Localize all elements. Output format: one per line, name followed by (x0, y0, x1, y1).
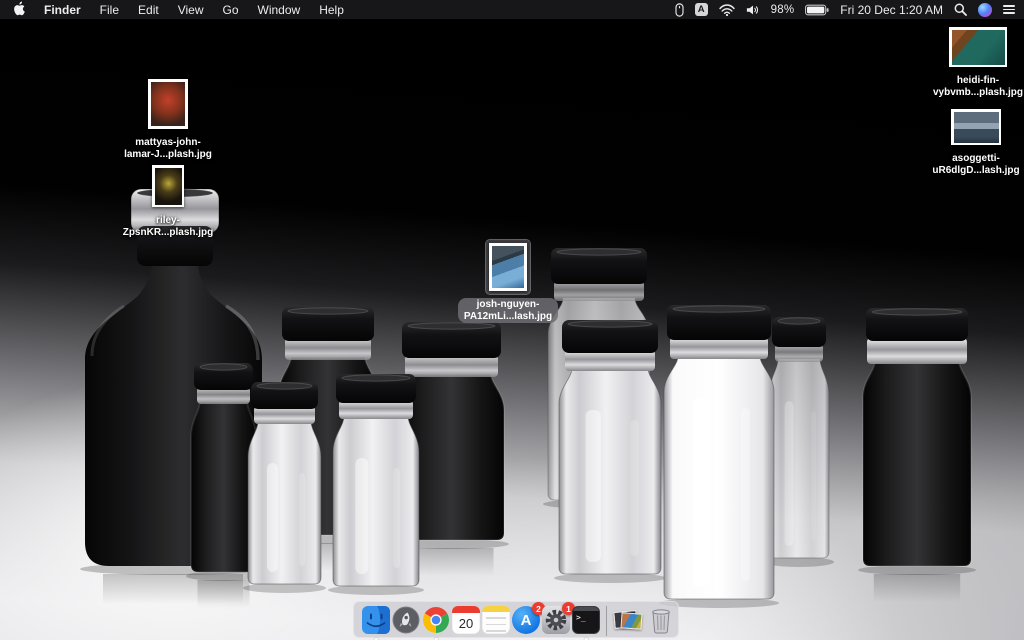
menu-view[interactable]: View (178, 3, 204, 17)
calendar-day: 20 (452, 613, 480, 634)
menu-bar-status: A 98% (675, 3, 1024, 17)
desktop-file-riley[interactable]: riley-ZpsnKR...plash.jpg (116, 162, 220, 239)
menu-help[interactable]: Help (319, 3, 344, 17)
mouse-battery-icon[interactable] (675, 3, 684, 17)
calendar-icon: 20 (452, 606, 480, 634)
file-label: josh-nguyen-PA12mLi...lash.jpg (458, 298, 558, 323)
menu-finder[interactable]: Finder (44, 3, 81, 17)
notes-icon (482, 606, 510, 634)
dock-system-preferences[interactable]: 1 (542, 606, 570, 634)
siri-icon[interactable] (978, 3, 992, 17)
file-label: mattyas-john-lamar-J...plash.jpg (118, 136, 218, 161)
input-source-icon[interactable]: A (695, 3, 708, 16)
launchpad-icon (392, 606, 420, 634)
file-thumbnail (948, 106, 1004, 148)
wifi-icon[interactable] (719, 4, 735, 16)
spotlight-icon[interactable] (954, 3, 967, 16)
apple-menu-icon[interactable] (13, 1, 25, 19)
dock-terminal[interactable]: >_ (572, 606, 600, 634)
downloads-stack-icon (613, 606, 645, 634)
menu-bar-left: Finder File Edit View Go Window Help (0, 1, 344, 19)
menu-go[interactable]: Go (223, 3, 239, 17)
dock-separator (606, 606, 607, 636)
file-label: heidi-fin-vybvmb...plash.jpg (927, 74, 1024, 99)
desktop-screen: Finder File Edit View Go Window Help A (0, 0, 1024, 640)
file-thumbnail (145, 76, 191, 132)
file-thumbnail (149, 162, 187, 210)
dock-launchpad[interactable] (392, 606, 420, 634)
desktop-file-mattyas[interactable]: mattyas-john-lamar-J...plash.jpg (116, 76, 220, 161)
terminal-icon: >_ (572, 606, 600, 634)
desktop-file-asoggetti[interactable]: asoggetti-uR6dlgD...lash.jpg (924, 106, 1024, 177)
menu-bar-clock[interactable]: Fri 20 Dec 1:20 AM (840, 3, 943, 17)
chrome-icon (422, 606, 450, 634)
finder-icon (362, 606, 390, 634)
notification-center-icon[interactable] (1003, 5, 1015, 14)
trash-icon (647, 606, 675, 634)
dock-finder[interactable] (362, 606, 390, 634)
menu-file[interactable]: File (100, 3, 119, 17)
desktop-file-heidi[interactable]: heidi-fin-vybvmb...plash.jpg (926, 24, 1024, 99)
battery-icon[interactable] (805, 4, 829, 16)
file-label: asoggetti-uR6dlgD...lash.jpg (926, 152, 1024, 177)
menu-bar: Finder File Edit View Go Window Help A (0, 0, 1024, 19)
desktop-file-josh-selected[interactable]: josh-nguyen-PA12mLi...lash.jpg (456, 240, 560, 323)
file-thumbnail (486, 240, 530, 294)
menu-window[interactable]: Window (258, 3, 301, 17)
file-thumbnail (946, 24, 1010, 70)
dock-notes[interactable] (482, 606, 510, 634)
file-label: riley-ZpsnKR...plash.jpg (117, 214, 220, 239)
dock-app-store[interactable]: A 2 (512, 606, 540, 634)
dock-chrome[interactable] (422, 606, 450, 634)
dock-downloads-stack[interactable] (613, 606, 645, 634)
battery-percent: 98% (771, 4, 795, 16)
dock-calendar[interactable]: 20 (452, 606, 480, 634)
menu-edit[interactable]: Edit (138, 3, 159, 17)
dock-trash[interactable] (647, 606, 675, 634)
dock: 20 A 2 1 >_ (353, 601, 679, 638)
terminal-prompt-glyph: >_ (573, 611, 599, 622)
volume-icon[interactable] (746, 4, 760, 16)
